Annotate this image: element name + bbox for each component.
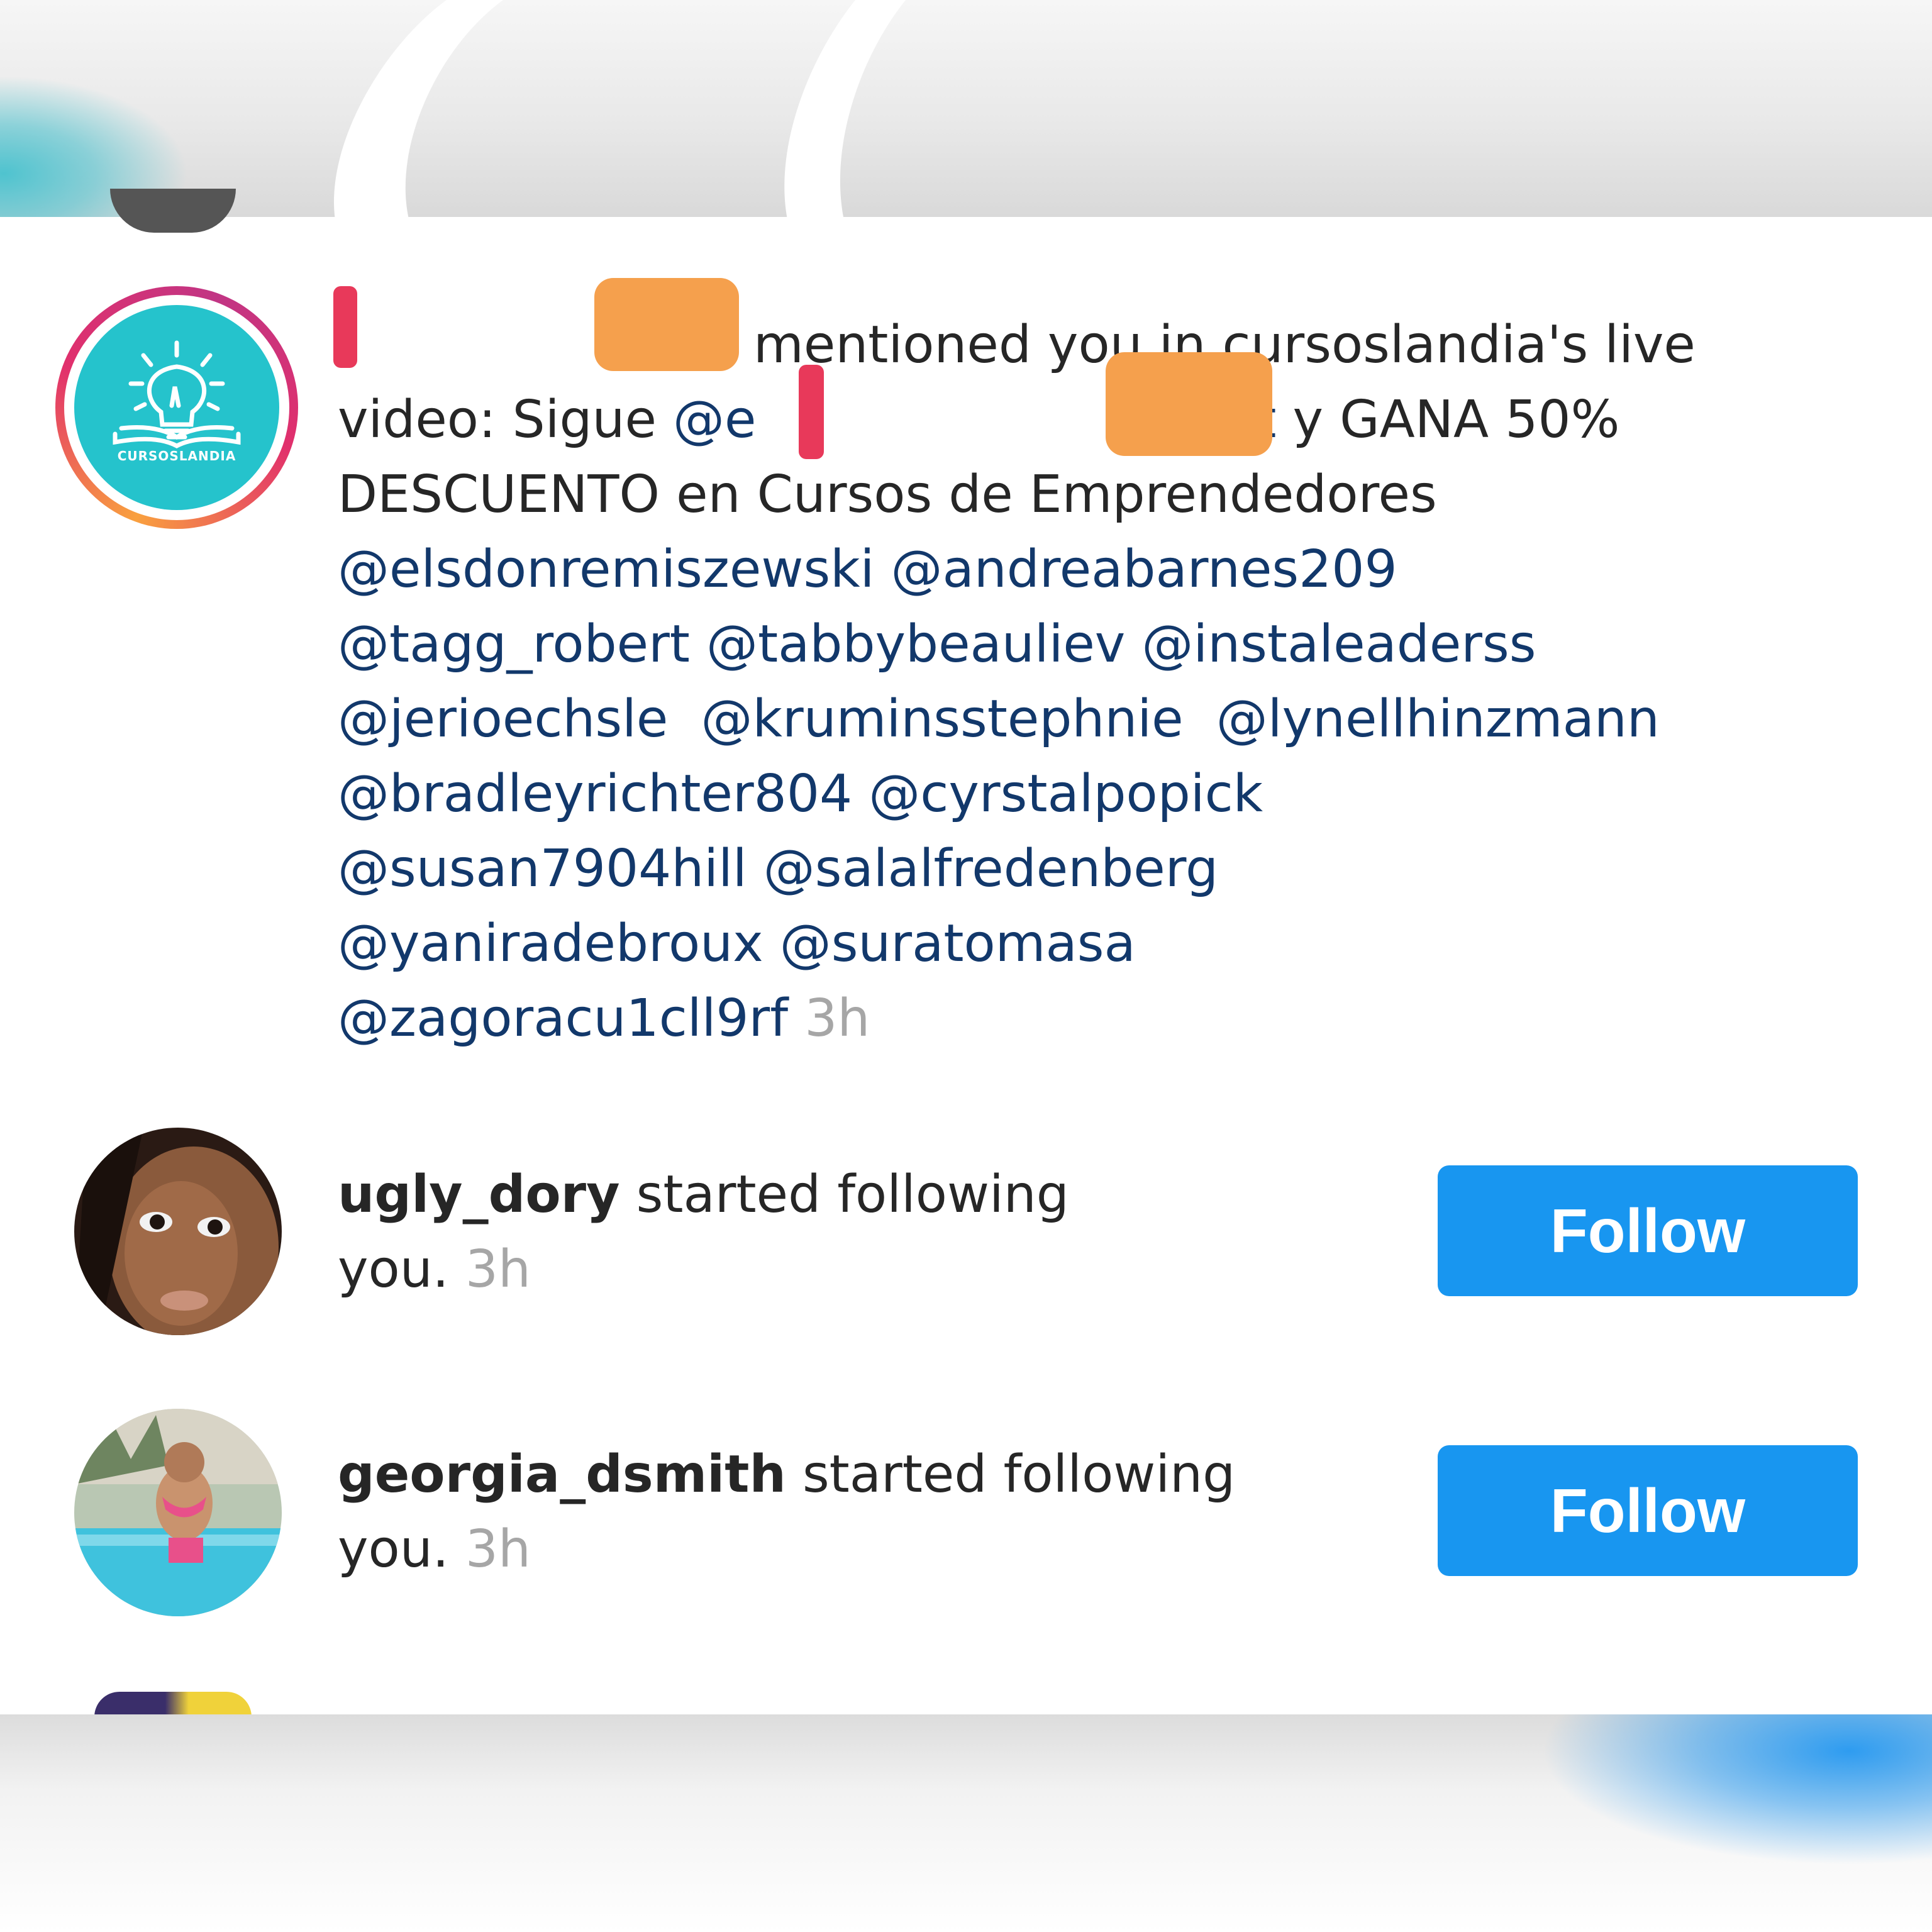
previous-avatar-partial[interactable] [110, 189, 236, 233]
mention-line-2-prefix: video: Sigue [338, 390, 674, 450]
user-tag[interactable]: @lynellhinzmann [1216, 689, 1660, 749]
redaction-orange [594, 278, 739, 371]
user-tag[interactable]: @salalfredenberg [763, 839, 1218, 899]
redacted-mention-link-start[interactable]: @e [673, 390, 756, 450]
next-avatar-partial[interactable] [94, 1692, 252, 1717]
logo-label: CURSOSLANDIA [117, 448, 236, 464]
user-tag[interactable]: @elsdonremiszewski [338, 540, 874, 599]
redaction-red-2 [799, 365, 824, 459]
top-blurred-header [0, 0, 1932, 217]
user-tag[interactable]: @kruminsstephnie [701, 689, 1184, 749]
follow-action: started following [802, 1445, 1236, 1504]
timestamp: 3h [465, 1519, 531, 1579]
user-tag[interactable]: @cyrstalpopick [869, 764, 1263, 824]
tags-row-2: @tagg_robert @tabbybeauliev @instaleader… [338, 607, 1536, 682]
follow-you: you. [338, 1519, 449, 1579]
user-tag[interactable]: @instaleaderss [1141, 614, 1536, 674]
redaction-orange-2 [1106, 352, 1272, 456]
user-tag[interactable]: @jerioechsle [338, 689, 668, 749]
follow-you: you. [338, 1240, 449, 1299]
tags-row-3: @jerioechsle @kruminsstephnie @lynellhin… [338, 682, 1660, 757]
tags-row-4: @bradleyrichter804 @cyrstalpopick [338, 757, 1263, 831]
user-tag[interactable]: @susan7904hill [338, 839, 747, 899]
mention-line-2: video: Sigue @eint y GANA 50% [338, 382, 1619, 457]
mention-line-2-suffix: y GANA 50% [1276, 390, 1620, 450]
lightbulb-book-icon [113, 340, 241, 448]
user-tag[interactable]: @tabbybeauliev [706, 614, 1125, 674]
user-tag[interactable]: @andreabarnes209 [891, 540, 1397, 599]
tags-row-7: @zagoracu1cll9rf 3h [338, 981, 870, 1056]
avatar-georgia-dsmith[interactable] [74, 1409, 282, 1616]
tags-row-6: @yaniradebroux @suratomasa [338, 906, 1136, 981]
redaction-red [333, 286, 357, 368]
user-tag[interactable]: @tagg_robert [338, 614, 690, 674]
cursoslandia-logo: CURSOSLANDIA [74, 305, 279, 510]
user-tag[interactable]: @suratomasa [780, 914, 1136, 974]
avatar-ugly-dory[interactable] [74, 1128, 282, 1335]
white-swoosh-decoration [334, 0, 906, 217]
tags-row-1: @elsdonremiszewski @andreabarnes209 [338, 532, 1397, 607]
user-tag[interactable]: @bradleyrichter804 [338, 764, 852, 824]
follow-action: started following [636, 1165, 1069, 1224]
follow-text-line-1: georgia_dsmith started following [338, 1437, 1235, 1512]
username[interactable]: georgia_dsmith [338, 1445, 786, 1504]
follow-text-line-2: you. 3h [338, 1232, 531, 1307]
profile-photo [74, 1409, 282, 1616]
follow-button[interactable]: Follow [1438, 1445, 1858, 1576]
follow-text-line-2: you. 3h [338, 1512, 531, 1587]
timestamp: 3h [804, 989, 870, 1048]
blue-blur [1541, 1714, 1932, 1865]
avatar-cursoslandia[interactable]: CURSOSLANDIA [55, 286, 298, 529]
profile-photo [74, 1128, 282, 1335]
follow-text-line-1: ugly_dory started following [338, 1157, 1069, 1232]
bottom-blurred-footer [0, 1714, 1932, 1932]
tags-row-5: @susan7904hill @salalfredenberg [338, 831, 1218, 906]
username[interactable]: ugly_dory [338, 1165, 620, 1224]
user-tag[interactable]: @zagoracu1cll9rf [338, 989, 788, 1048]
mention-line-3: DESCUENTO en Cursos de Emprendedores [338, 465, 1437, 525]
user-tag[interactable]: @yaniradebroux [338, 914, 763, 974]
timestamp: 3h [465, 1240, 531, 1299]
follow-button[interactable]: Follow [1438, 1165, 1858, 1296]
